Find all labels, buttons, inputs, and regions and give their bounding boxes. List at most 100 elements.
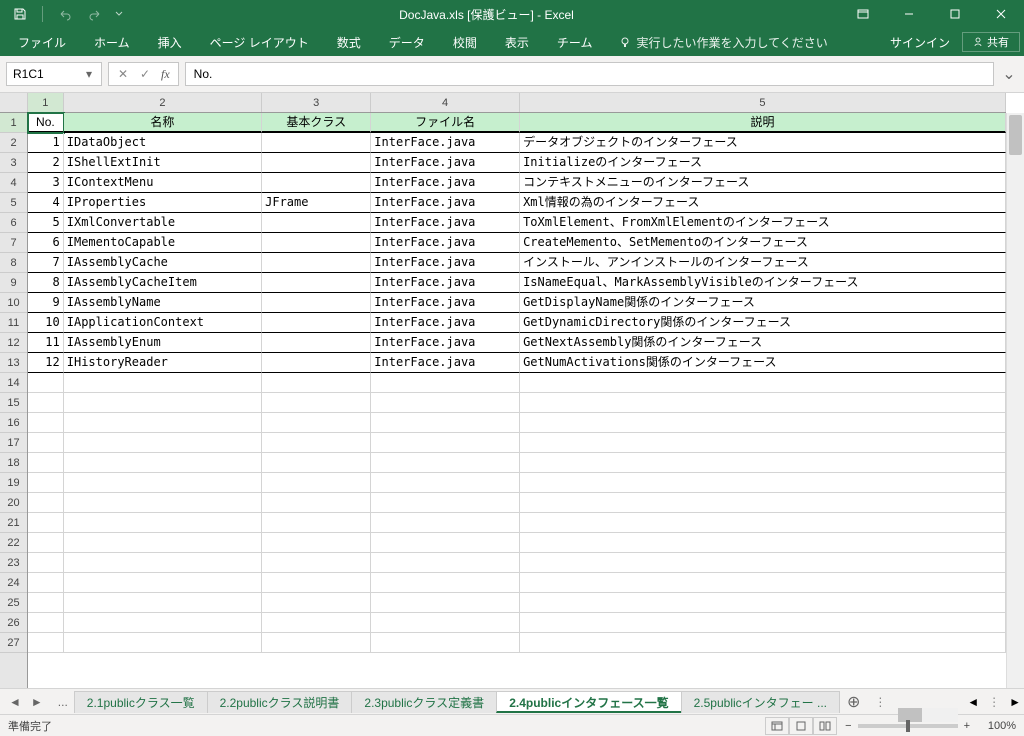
save-button[interactable] bbox=[8, 2, 32, 26]
cell[interactable]: Xml情報の為のインターフェース bbox=[520, 193, 1006, 213]
cell[interactable] bbox=[262, 133, 371, 153]
ribbon-tab-表示[interactable]: 表示 bbox=[491, 28, 543, 56]
cell[interactable]: InterFace.java bbox=[371, 153, 520, 173]
cell[interactable] bbox=[262, 173, 371, 193]
cell[interactable] bbox=[262, 293, 371, 313]
signin-link[interactable]: サインイン bbox=[878, 34, 962, 51]
cell[interactable]: InterFace.java bbox=[371, 233, 520, 253]
page-layout-view-button[interactable] bbox=[789, 717, 813, 735]
cell[interactable] bbox=[64, 473, 262, 493]
ribbon-tab-挿入[interactable]: 挿入 bbox=[144, 28, 196, 56]
row-header[interactable]: 12 bbox=[0, 333, 27, 353]
cell[interactable] bbox=[520, 473, 1006, 493]
sheet-tab[interactable]: 2.4publicインタフェース一覧 bbox=[496, 691, 681, 713]
sheet-tab[interactable]: 2.2publicクラス説明書 bbox=[207, 691, 353, 713]
row-header[interactable]: 5 bbox=[0, 193, 27, 213]
cell[interactable] bbox=[371, 433, 520, 453]
cell[interactable] bbox=[520, 593, 1006, 613]
zoom-slider[interactable] bbox=[858, 724, 958, 728]
cell[interactable]: InterFace.java bbox=[371, 313, 520, 333]
row-header[interactable]: 7 bbox=[0, 233, 27, 253]
cell[interactable]: CreateMemento、SetMementoのインターフェース bbox=[520, 233, 1006, 253]
cell[interactable] bbox=[520, 553, 1006, 573]
ribbon-tab-ファイル[interactable]: ファイル bbox=[4, 28, 80, 56]
qat-dropdown[interactable] bbox=[113, 2, 125, 26]
cell[interactable] bbox=[520, 433, 1006, 453]
close-button[interactable] bbox=[978, 0, 1024, 28]
cell[interactable] bbox=[28, 633, 64, 653]
cell[interactable] bbox=[28, 413, 64, 433]
cell[interactable] bbox=[64, 593, 262, 613]
add-sheet-button[interactable]: ⊕ bbox=[839, 692, 868, 712]
cell[interactable]: ToXmlElement、FromXmlElementのインターフェース bbox=[520, 213, 1006, 233]
cell[interactable] bbox=[64, 573, 262, 593]
cell[interactable]: GetNumActivations関係のインターフェース bbox=[520, 353, 1006, 373]
redo-button[interactable] bbox=[83, 2, 107, 26]
cancel-formula-button[interactable]: ✕ bbox=[113, 67, 133, 81]
cell[interactable] bbox=[520, 393, 1006, 413]
cell[interactable] bbox=[28, 473, 64, 493]
vertical-scrollbar[interactable] bbox=[1006, 113, 1024, 688]
cell[interactable]: IApplicationContext bbox=[64, 313, 262, 333]
cell[interactable]: IAssemblyCache bbox=[64, 253, 262, 273]
cell[interactable] bbox=[520, 513, 1006, 533]
cell[interactable] bbox=[371, 553, 520, 573]
formula-bar[interactable]: No. bbox=[185, 62, 994, 86]
cell[interactable] bbox=[520, 453, 1006, 473]
cell[interactable] bbox=[28, 433, 64, 453]
cell[interactable]: IXmlConvertable bbox=[64, 213, 262, 233]
sheet-nav-prev[interactable]: ◄ bbox=[6, 695, 24, 709]
cell[interactable] bbox=[371, 633, 520, 653]
ribbon-tab-データ[interactable]: データ bbox=[375, 28, 439, 56]
cell[interactable]: IHistoryReader bbox=[64, 353, 262, 373]
column-header[interactable]: 2 bbox=[64, 93, 262, 112]
cell[interactable]: InterFace.java bbox=[371, 213, 520, 233]
cell[interactable]: 名称 bbox=[64, 113, 262, 133]
cell[interactable]: IAssemblyEnum bbox=[64, 333, 262, 353]
cell[interactable] bbox=[262, 353, 371, 373]
cell[interactable] bbox=[371, 493, 520, 513]
cell[interactable] bbox=[28, 373, 64, 393]
cell[interactable]: JFrame bbox=[262, 193, 371, 213]
name-box-dropdown-icon[interactable]: ▾ bbox=[83, 67, 95, 81]
row-header[interactable]: 23 bbox=[0, 553, 27, 573]
cell[interactable] bbox=[262, 633, 371, 653]
row-header[interactable]: 17 bbox=[0, 433, 27, 453]
cell[interactable] bbox=[64, 373, 262, 393]
cell[interactable]: 9 bbox=[28, 293, 64, 313]
ribbon-tab-校閲[interactable]: 校閲 bbox=[439, 28, 491, 56]
row-header[interactable]: 16 bbox=[0, 413, 27, 433]
cell[interactable] bbox=[262, 473, 371, 493]
row-header[interactable]: 26 bbox=[0, 613, 27, 633]
cell[interactable]: IShellExtInit bbox=[64, 153, 262, 173]
sheet-ellipsis[interactable]: ... bbox=[52, 695, 74, 709]
cell[interactable] bbox=[262, 593, 371, 613]
cell[interactable] bbox=[262, 333, 371, 353]
cell[interactable] bbox=[64, 613, 262, 633]
cell[interactable] bbox=[520, 493, 1006, 513]
expand-formula-bar[interactable]: ⌄ bbox=[1000, 64, 1018, 84]
fx-button[interactable]: fx bbox=[157, 67, 174, 82]
cell[interactable]: GetDynamicDirectory関係のインターフェース bbox=[520, 313, 1006, 333]
cell[interactable]: データオブジェクトのインターフェース bbox=[520, 133, 1006, 153]
cell[interactable] bbox=[28, 573, 64, 593]
cell[interactable] bbox=[28, 613, 64, 633]
normal-view-button[interactable] bbox=[765, 717, 789, 735]
cell[interactable]: IAssemblyName bbox=[64, 293, 262, 313]
cell[interactable] bbox=[520, 533, 1006, 553]
cell[interactable] bbox=[520, 373, 1006, 393]
cell[interactable] bbox=[371, 473, 520, 493]
cell[interactable] bbox=[262, 413, 371, 433]
row-header[interactable]: 20 bbox=[0, 493, 27, 513]
cell[interactable] bbox=[262, 433, 371, 453]
sheet-nav-next[interactable]: ► bbox=[28, 695, 46, 709]
cell[interactable] bbox=[262, 373, 371, 393]
page-break-view-button[interactable] bbox=[813, 717, 837, 735]
cell[interactable]: 7 bbox=[28, 253, 64, 273]
zoom-in-button[interactable]: + bbox=[964, 720, 970, 732]
cell[interactable]: コンテキストメニューのインターフェース bbox=[520, 173, 1006, 193]
cell[interactable] bbox=[64, 493, 262, 513]
tab-split-handle[interactable]: ⋮ bbox=[868, 695, 892, 709]
cell[interactable]: InterFace.java bbox=[371, 353, 520, 373]
row-header[interactable]: 11 bbox=[0, 313, 27, 333]
